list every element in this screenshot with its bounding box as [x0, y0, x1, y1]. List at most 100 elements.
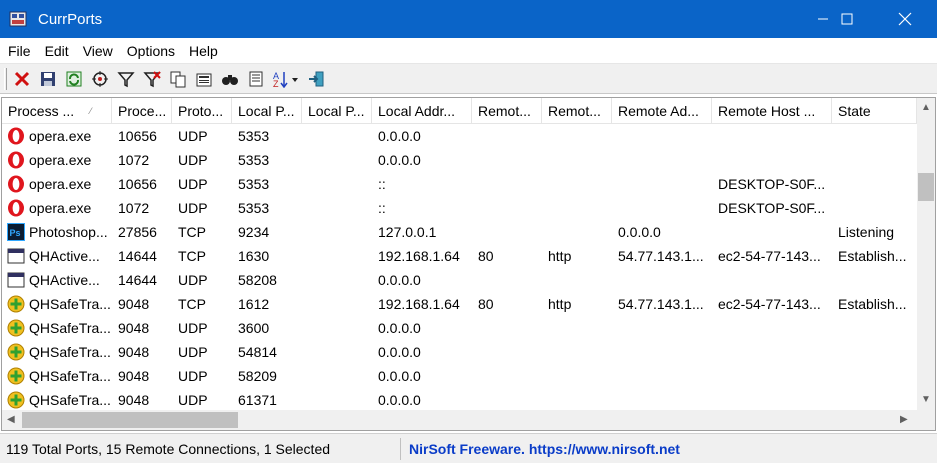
cell-remote-port-name [542, 388, 612, 410]
cell-local-address: 0.0.0.0 [378, 272, 421, 288]
svg-text:Z: Z [273, 79, 279, 88]
cell-remote-port-name [542, 220, 612, 244]
column-process-id[interactable]: Proce... [112, 98, 172, 124]
menu-file[interactable]: File [1, 39, 38, 63]
cell-remote-port-name [542, 268, 612, 292]
opera-icon [7, 199, 25, 217]
status-separator [400, 438, 401, 460]
column-local-address[interactable]: Local Addr... [372, 98, 472, 124]
cell-protocol: TCP [178, 296, 206, 312]
cell-remote-port [472, 316, 542, 340]
properties-target-icon[interactable] [89, 68, 111, 90]
filter-icon[interactable] [115, 68, 137, 90]
scroll-up-icon[interactable]: ▲ [921, 102, 931, 113]
cell-remote-address [612, 196, 712, 220]
menu-view[interactable]: View [76, 39, 120, 63]
cell-state [832, 148, 917, 172]
vertical-scroll-thumb[interactable] [918, 173, 934, 201]
scroll-down-icon[interactable]: ▼ [921, 394, 931, 405]
advanced-filter-icon[interactable] [141, 68, 163, 90]
report-page-icon[interactable] [245, 68, 267, 90]
cell-protocol: UDP [178, 392, 208, 408]
cell-remote-port [472, 364, 542, 388]
cell-process-id: 9048 [118, 344, 150, 360]
table-row[interactable]: QHSafeTra... 9048 UDP 58209 0.0.0.0 [2, 364, 917, 388]
maximize-button[interactable] [824, 0, 870, 38]
table-row[interactable]: QHActive... 14644 UDP 58208 0.0.0.0 [2, 268, 917, 292]
cell-local-port: 5353 [238, 176, 270, 192]
cell-protocol: UDP [178, 272, 208, 288]
cell-local-address: 0.0.0.0 [378, 320, 421, 336]
application-window-icon [7, 271, 25, 289]
svg-text:Ps: Ps [10, 228, 21, 238]
close-button[interactable] [882, 0, 928, 38]
column-protocol[interactable]: Proto... [172, 98, 232, 124]
cell-local-address: 0.0.0.0 [378, 152, 421, 168]
refresh-icon[interactable] [63, 68, 85, 90]
ports-list-view[interactable]: Process ... ⁄ Proce... Proto... Local P.… [1, 97, 936, 431]
menu-options[interactable]: Options [120, 39, 182, 63]
copy-icon[interactable] [167, 68, 189, 90]
table-row[interactable]: opera.exe 10656 UDP 5353:: DESKTOP-S0F... [2, 172, 917, 196]
exit-icon[interactable] [305, 68, 327, 90]
cell-local-address: :: [378, 200, 386, 216]
column-remote-port[interactable]: Remot... [472, 98, 542, 124]
sort-az-icon[interactable]: AZ [271, 68, 301, 90]
cell-state: Listening [838, 224, 895, 240]
nirsoft-link[interactable]: NirSoft Freeware. https://www.nirsoft.ne… [409, 434, 680, 463]
table-row[interactable]: QHSafeTra... 9048 TCP 1612 192.168.1.64 80 htt… [2, 292, 917, 316]
horizontal-scroll-thumb[interactable] [22, 412, 238, 428]
table-row[interactable]: QHSafeTra... 9048 UDP 61371 0.0.0.0 [2, 388, 917, 410]
cell-remote-address: 54.77.143.1... [618, 296, 704, 312]
table-row[interactable]: QHSafeTra... 9048 UDP 3600 0.0.0.0 [2, 316, 917, 340]
table-row[interactable]: opera.exe 1072 UDP 5353:: DESKTOP-S0F... [2, 196, 917, 220]
cell-protocol: UDP [178, 368, 208, 384]
cell-remote-port-name: http [548, 296, 572, 312]
cell-remote-host-name [712, 316, 832, 340]
close-connection-icon[interactable] [11, 68, 33, 90]
window-title: CurrPorts [38, 10, 103, 28]
table-row[interactable]: QHSafeTra... 9048 UDP 54814 0.0.0.0 [2, 340, 917, 364]
menu-edit[interactable]: Edit [38, 39, 76, 63]
cell-remote-port-name: http [548, 248, 572, 264]
column-remote-address[interactable]: Remote Ad... [612, 98, 712, 124]
column-process-name[interactable]: Process ... ⁄ [2, 98, 112, 124]
horizontal-scrollbar[interactable]: ◀ ▶ [2, 410, 917, 430]
cell-local-address: 0.0.0.0 [378, 344, 421, 360]
rows-container: opera.exe 10656 UDP 5353 0.0.0.0 opera.exe 107… [2, 124, 917, 410]
qh-safe-icon [7, 295, 25, 313]
cell-remote-port [472, 340, 542, 364]
qh-safe-icon [7, 367, 25, 385]
cell-remote-port: 80 [478, 296, 494, 312]
column-header: Process ... ⁄ Proce... Proto... Local P.… [2, 98, 917, 124]
sort-indicator-icon: ⁄ [90, 106, 92, 116]
toolbar: AZ [0, 64, 937, 94]
cell-local-port: 9234 [238, 224, 270, 240]
save-icon[interactable] [37, 68, 59, 90]
cell-remote-address [612, 172, 712, 196]
find-binoculars-icon[interactable] [219, 68, 241, 90]
table-row[interactable]: QHActive... 14644 TCP 1630 192.168.1.64 80 htt… [2, 244, 917, 268]
cell-process-id: 9048 [118, 320, 150, 336]
scroll-left-icon[interactable]: ◀ [7, 414, 15, 425]
cell-local-address: 127.0.0.1 [378, 224, 437, 240]
menu-help[interactable]: Help [182, 39, 225, 63]
application-window-icon [7, 247, 25, 265]
html-report-icon[interactable] [193, 68, 215, 90]
cell-process-id: 14644 [118, 248, 157, 264]
column-remote-port-name[interactable]: Remot... [542, 98, 612, 124]
column-local-port[interactable]: Local P... [232, 98, 302, 124]
column-state[interactable]: State [832, 98, 917, 124]
opera-icon [7, 151, 25, 169]
table-row[interactable]: Photoshop... 27856 TCP 9234 127.0.0.1 0.0.0.0… [2, 220, 917, 244]
column-local-port-name[interactable]: Local P... [302, 98, 372, 124]
cell-local-address: 0.0.0.0 [378, 368, 421, 384]
table-row[interactable]: opera.exe 1072 UDP 5353 0.0.0.0 [2, 148, 917, 172]
column-remote-host-name[interactable]: Remote Host ... [712, 98, 832, 124]
photoshop-icon: Ps [7, 223, 25, 241]
scroll-right-icon[interactable]: ▶ [900, 414, 908, 425]
cell-remote-host-name [712, 124, 832, 148]
table-row[interactable]: opera.exe 10656 UDP 5353 0.0.0.0 [2, 124, 917, 148]
vertical-scrollbar[interactable]: ▲ ▼ [917, 98, 935, 410]
cell-remote-port-name [542, 124, 612, 148]
